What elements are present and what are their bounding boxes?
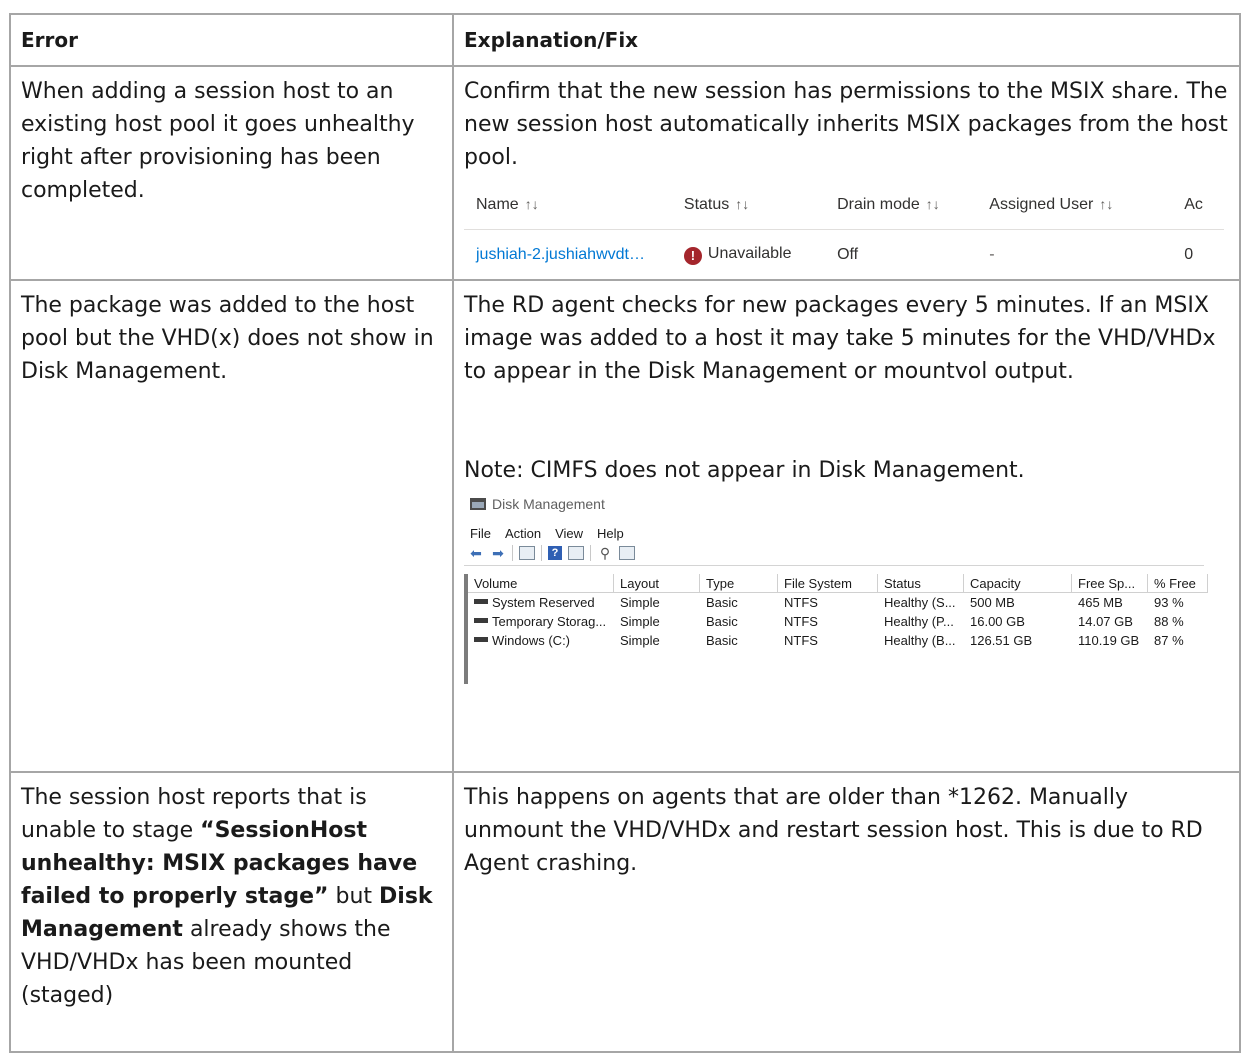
error-icon: ! — [683, 246, 702, 265]
col-percent-free[interactable]: % Free — [1148, 574, 1208, 593]
note-text: Note: CIMFS does not appear in Disk Mana… — [464, 458, 1025, 483]
layout-value: Simple — [620, 614, 660, 629]
free-space-value: 465 MB — [1078, 595, 1123, 610]
action-pane-icon[interactable] — [568, 546, 584, 560]
fix-text: This happens on agents that are older th… — [464, 785, 1203, 876]
col-capacity[interactable]: Capacity — [964, 574, 1072, 593]
capacity-value: 500 MB — [970, 595, 1015, 610]
filesystem-value: NTFS — [784, 595, 818, 610]
drive-icon — [474, 618, 488, 623]
menu-file[interactable]: File — [470, 526, 491, 541]
capacity-value: 16.00 GB — [970, 614, 1025, 629]
error-text: The session host reports that is unable … — [21, 785, 433, 1008]
connect-icon[interactable]: ⚲ — [597, 546, 613, 560]
drive-icon — [474, 599, 488, 604]
sort-icon[interactable]: ↑↓ — [926, 196, 940, 212]
volume-list-header: Volume Layout Type File System Status Ca… — [468, 574, 1208, 593]
col-layout[interactable]: Layout — [614, 574, 700, 593]
col-free-space[interactable]: Free Sp... — [1072, 574, 1148, 593]
col-drain-header[interactable]: Drain mode ↑↓ — [837, 196, 989, 214]
error-cell: The package was added to the host pool b… — [9, 279, 454, 773]
host-pool-header: Name ↑↓ Status ↑↓ Drain mode ↑↓ Assigned Us… — [464, 180, 1224, 230]
console-tree-icon[interactable] — [519, 546, 535, 560]
disk-management-screenshot: Disk Management File Action View Help ⬅ … — [464, 491, 1208, 684]
free-space-value: 14.07 GB — [1078, 614, 1133, 629]
table-row[interactable]: Windows (C:) Simple Basic NTFS Healthy (… — [468, 631, 1204, 650]
filesystem-value: NTFS — [784, 614, 818, 629]
volume-name: System Reserved — [492, 595, 595, 610]
toolbar-separator — [590, 545, 591, 561]
layout-value: Simple — [620, 595, 660, 610]
filesystem-value: NTFS — [784, 633, 818, 648]
host-pool-screenshot: Name ↑↓ Status ↑↓ Drain mode ↑↓ Assigned Us… — [464, 180, 1224, 279]
menu-action[interactable]: Action — [505, 526, 541, 541]
troubleshooting-table: Error Explanation/Fix When adding a sess… — [9, 13, 1241, 1053]
status-value: Healthy (B... — [884, 633, 956, 648]
status-value: ! Unavailable — [683, 245, 837, 265]
layout-value: Simple — [620, 633, 660, 648]
type-value: Basic — [706, 614, 738, 629]
percent-free-value: 93 % — [1154, 595, 1184, 610]
free-space-value: 110.19 GB — [1078, 633, 1140, 648]
col-status-header[interactable]: Status ↑↓ — [684, 196, 837, 214]
percent-free-value: 87 % — [1154, 633, 1184, 648]
status-value: Healthy (S... — [884, 595, 956, 610]
active-value: 0 — [1184, 245, 1194, 263]
sort-icon[interactable]: ↑↓ — [735, 196, 749, 212]
session-host-link[interactable]: jushiah-2.jushiahwvdt… — [464, 246, 684, 264]
volume-name: Windows (C:) — [492, 633, 571, 648]
header-row: Error Explanation/Fix — [9, 13, 1241, 67]
host-pool-row: jushiah-2.jushiahwvdt… ! Unavailable Off … — [464, 230, 1224, 279]
col-user-header[interactable]: Assigned User ↑↓ — [989, 196, 1184, 214]
error-cell: The session host reports that is unable … — [9, 771, 454, 1053]
error-cell: When adding a session host to an existin… — [9, 65, 454, 281]
volume-list: Volume Layout Type File System Status Ca… — [464, 574, 1208, 684]
col-name-header[interactable]: Name ↑↓ — [464, 196, 684, 214]
user-value: - — [989, 245, 995, 263]
fix-text: Confirm that the new session has permiss… — [464, 79, 1228, 170]
properties-icon[interactable] — [619, 546, 635, 560]
header-error: Error — [9, 13, 454, 67]
back-icon[interactable]: ⬅ — [468, 546, 484, 560]
drain-value: Off — [837, 245, 859, 263]
fix-cell: The RD agent checks for new packages eve… — [452, 279, 1241, 773]
status-value: Healthy (P... — [884, 614, 954, 629]
table-row: When adding a session host to an existin… — [9, 65, 1241, 281]
percent-free-value: 88 % — [1154, 614, 1184, 629]
fix-cell: Confirm that the new session has permiss… — [452, 65, 1241, 281]
capacity-value: 126.51 GB — [970, 633, 1033, 648]
table-row: The package was added to the host pool b… — [9, 279, 1241, 773]
help-icon[interactable]: ? — [548, 546, 562, 560]
col-active-header[interactable]: Ac — [1184, 196, 1224, 214]
table-row[interactable]: System Reserved Simple Basic NTFS Health… — [468, 593, 1204, 612]
table-row: The session host reports that is unable … — [9, 771, 1241, 1053]
toolbar-separator — [512, 545, 513, 561]
error-text: When adding a session host to an existin… — [21, 79, 415, 203]
col-volume[interactable]: Volume — [468, 574, 614, 593]
menu-bar: File Action View Help — [464, 519, 1204, 541]
menu-view[interactable]: View — [555, 526, 583, 541]
menu-help[interactable]: Help — [597, 526, 624, 541]
volume-name: Temporary Storag... — [492, 614, 607, 629]
type-value: Basic — [706, 595, 738, 610]
col-status[interactable]: Status — [878, 574, 964, 593]
toolbar: ⬅ ➡ ? ⚲ — [464, 541, 1204, 566]
table-row[interactable]: Temporary Storag... Simple Basic NTFS He… — [468, 612, 1204, 631]
error-text: The package was added to the host pool b… — [21, 293, 434, 384]
drive-icon — [474, 637, 488, 642]
toolbar-separator — [541, 545, 542, 561]
window-title: Disk Management — [464, 491, 1204, 517]
col-filesystem[interactable]: File System — [778, 574, 878, 593]
col-type[interactable]: Type — [700, 574, 778, 593]
sort-icon[interactable]: ↑↓ — [525, 196, 539, 212]
disk-management-icon — [470, 498, 486, 510]
header-fix: Explanation/Fix — [452, 13, 1241, 67]
fix-text: The RD agent checks for new packages eve… — [464, 293, 1216, 384]
sort-icon[interactable]: ↑↓ — [1099, 196, 1113, 212]
fix-cell: This happens on agents that are older th… — [452, 771, 1241, 1053]
type-value: Basic — [706, 633, 738, 648]
forward-icon[interactable]: ➡ — [490, 546, 506, 560]
